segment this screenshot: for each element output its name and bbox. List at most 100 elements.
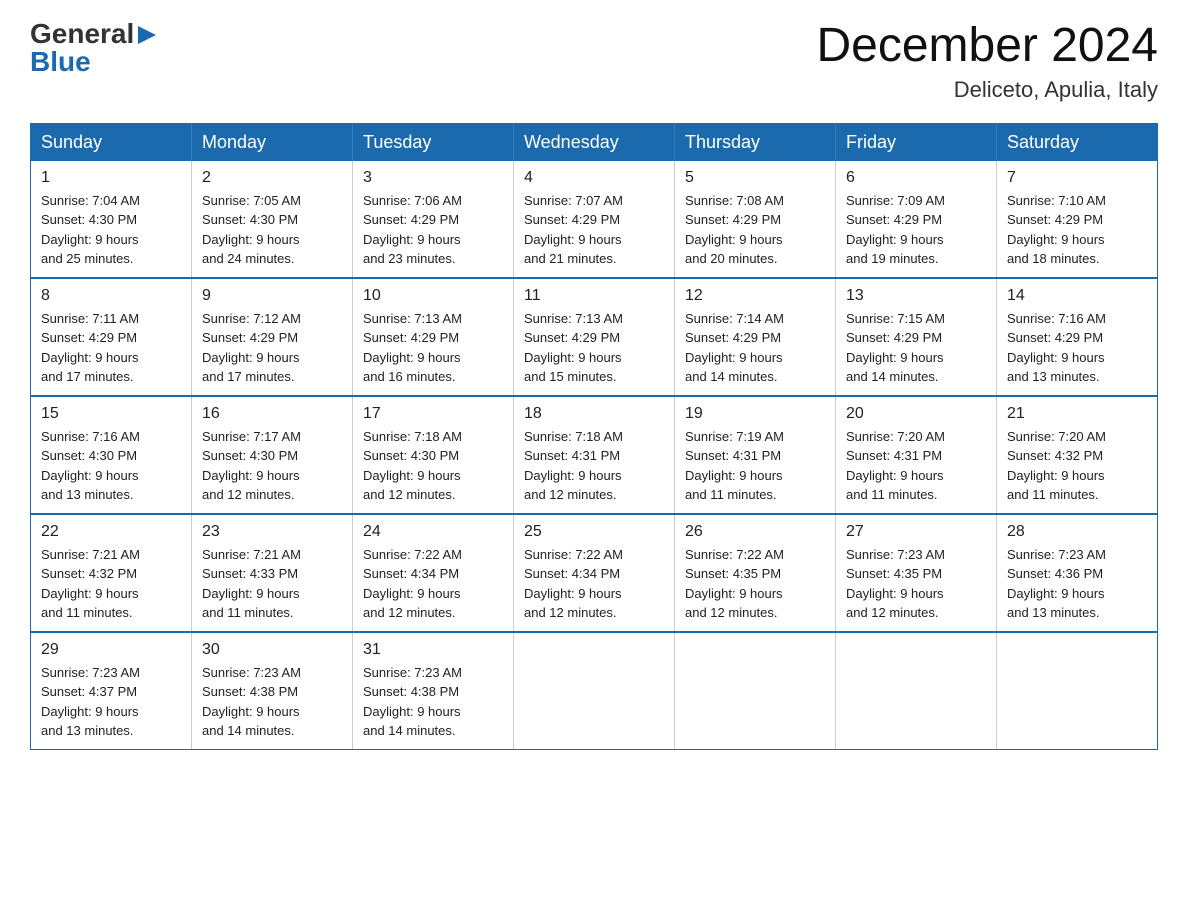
week-row-2: 15 Sunrise: 7:16 AMSunset: 4:30 PMDayligh… (31, 396, 1158, 514)
day-info: Sunrise: 7:06 AMSunset: 4:29 PMDaylight:… (363, 191, 503, 269)
day-info: Sunrise: 7:20 AMSunset: 4:31 PMDaylight:… (846, 427, 986, 505)
table-row: 15 Sunrise: 7:16 AMSunset: 4:30 PMDayligh… (31, 396, 192, 514)
table-row: 21 Sunrise: 7:20 AMSunset: 4:32 PMDayligh… (997, 396, 1158, 514)
calendar-subtitle: Deliceto, Apulia, Italy (816, 77, 1158, 103)
day-number: 20 (846, 405, 986, 423)
table-row: 25 Sunrise: 7:22 AMSunset: 4:34 PMDayligh… (514, 514, 675, 632)
header-sunday: Sunday (31, 123, 192, 161)
day-number: 31 (363, 641, 503, 659)
table-row: 30 Sunrise: 7:23 AMSunset: 4:38 PMDayligh… (192, 632, 353, 750)
table-row: 2 Sunrise: 7:05 AMSunset: 4:30 PMDaylight… (192, 161, 353, 278)
day-info: Sunrise: 7:04 AMSunset: 4:30 PMDaylight:… (41, 191, 181, 269)
table-row: 3Sunrise: 7:06 AMSunset: 4:29 PMDaylight… (353, 161, 514, 278)
day-number: 8 (41, 287, 181, 305)
week-row-4: 29 Sunrise: 7:23 AMSunset: 4:37 PMDayligh… (31, 632, 1158, 750)
table-row: 19Sunrise: 7:19 AMSunset: 4:31 PMDayligh… (675, 396, 836, 514)
table-row: 18 Sunrise: 7:18 AMSunset: 4:31 PMDayligh… (514, 396, 675, 514)
day-info: Sunrise: 7:16 AMSunset: 4:30 PMDaylight:… (41, 427, 181, 505)
day-info: Sunrise: 7:23 AMSunset: 4:35 PMDaylight:… (846, 545, 986, 623)
day-number: 13 (846, 287, 986, 305)
day-number: 21 (1007, 405, 1147, 423)
day-number: 11 (524, 287, 664, 305)
day-info: Sunrise: 7:18 AMSunset: 4:30 PMDaylight:… (363, 427, 503, 505)
table-row: 11 Sunrise: 7:13 AMSunset: 4:29 PMDayligh… (514, 278, 675, 396)
day-info: Sunrise: 7:16 AMSunset: 4:29 PMDaylight:… (1007, 309, 1147, 387)
title-block: December 2024 Deliceto, Apulia, Italy (816, 20, 1158, 103)
table-row: 8 Sunrise: 7:11 AMSunset: 4:29 PMDaylight… (31, 278, 192, 396)
calendar-table: SundayMondayTuesdayWednesdayThursdayFrid… (30, 123, 1158, 750)
header-saturday: Saturday (997, 123, 1158, 161)
table-row: 27 Sunrise: 7:23 AMSunset: 4:35 PMDayligh… (836, 514, 997, 632)
day-number: 27 (846, 523, 986, 541)
table-row: 10Sunrise: 7:13 AMSunset: 4:29 PMDayligh… (353, 278, 514, 396)
day-number: 5 (685, 169, 825, 187)
table-row: 22 Sunrise: 7:21 AMSunset: 4:32 PMDayligh… (31, 514, 192, 632)
day-info: Sunrise: 7:23 AMSunset: 4:38 PMDaylight:… (202, 663, 342, 741)
day-number: 10 (363, 287, 503, 305)
day-info: Sunrise: 7:23 AMSunset: 4:38 PMDaylight:… (363, 663, 503, 741)
day-info: Sunrise: 7:10 AMSunset: 4:29 PMDaylight:… (1007, 191, 1147, 269)
day-number: 28 (1007, 523, 1147, 541)
day-info: Sunrise: 7:15 AMSunset: 4:29 PMDaylight:… (846, 309, 986, 387)
logo-general-text: General (30, 20, 134, 48)
day-info: Sunrise: 7:22 AMSunset: 4:34 PMDaylight:… (363, 545, 503, 623)
days-header-row: SundayMondayTuesdayWednesdayThursdayFrid… (31, 123, 1158, 161)
day-info: Sunrise: 7:11 AMSunset: 4:29 PMDaylight:… (41, 309, 181, 387)
day-info: Sunrise: 7:07 AMSunset: 4:29 PMDaylight:… (524, 191, 664, 269)
table-row: 20 Sunrise: 7:20 AMSunset: 4:31 PMDayligh… (836, 396, 997, 514)
table-row: 16 Sunrise: 7:17 AMSunset: 4:30 PMDayligh… (192, 396, 353, 514)
day-number: 15 (41, 405, 181, 423)
table-row: 28 Sunrise: 7:23 AMSunset: 4:36 PMDayligh… (997, 514, 1158, 632)
header-thursday: Thursday (675, 123, 836, 161)
day-number: 25 (524, 523, 664, 541)
table-row: 9Sunrise: 7:12 AMSunset: 4:29 PMDaylight… (192, 278, 353, 396)
week-row-3: 22 Sunrise: 7:21 AMSunset: 4:32 PMDayligh… (31, 514, 1158, 632)
table-row: 29 Sunrise: 7:23 AMSunset: 4:37 PMDayligh… (31, 632, 192, 750)
table-row: 14Sunrise: 7:16 AMSunset: 4:29 PMDayligh… (997, 278, 1158, 396)
table-row: 6 Sunrise: 7:09 AMSunset: 4:29 PMDaylight… (836, 161, 997, 278)
day-info: Sunrise: 7:13 AMSunset: 4:29 PMDaylight:… (524, 309, 664, 387)
day-number: 26 (685, 523, 825, 541)
day-number: 2 (202, 169, 342, 187)
day-number: 9 (202, 287, 342, 305)
day-number: 4 (524, 169, 664, 187)
day-info: Sunrise: 7:23 AMSunset: 4:36 PMDaylight:… (1007, 545, 1147, 623)
table-row: 24Sunrise: 7:22 AMSunset: 4:34 PMDayligh… (353, 514, 514, 632)
day-info: Sunrise: 7:05 AMSunset: 4:30 PMDaylight:… (202, 191, 342, 269)
day-number: 29 (41, 641, 181, 659)
table-row (675, 632, 836, 750)
table-row: 1 Sunrise: 7:04 AMSunset: 4:30 PMDaylight… (31, 161, 192, 278)
day-number: 23 (202, 523, 342, 541)
logo: General Blue (30, 20, 158, 76)
table-row (514, 632, 675, 750)
day-number: 16 (202, 405, 342, 423)
table-row (997, 632, 1158, 750)
table-row: 12 Sunrise: 7:14 AMSunset: 4:29 PMDayligh… (675, 278, 836, 396)
page-header: General Blue December 2024 Deliceto, Apu… (30, 20, 1158, 103)
header-monday: Monday (192, 123, 353, 161)
day-info: Sunrise: 7:22 AMSunset: 4:34 PMDaylight:… (524, 545, 664, 623)
table-row (836, 632, 997, 750)
day-info: Sunrise: 7:21 AMSunset: 4:32 PMDaylight:… (41, 545, 181, 623)
day-number: 7 (1007, 169, 1147, 187)
day-info: Sunrise: 7:18 AMSunset: 4:31 PMDaylight:… (524, 427, 664, 505)
header-wednesday: Wednesday (514, 123, 675, 161)
table-row: 17 Sunrise: 7:18 AMSunset: 4:30 PMDayligh… (353, 396, 514, 514)
day-number: 22 (41, 523, 181, 541)
day-info: Sunrise: 7:20 AMSunset: 4:32 PMDaylight:… (1007, 427, 1147, 505)
day-number: 6 (846, 169, 986, 187)
week-row-1: 8 Sunrise: 7:11 AMSunset: 4:29 PMDaylight… (31, 278, 1158, 396)
day-info: Sunrise: 7:14 AMSunset: 4:29 PMDaylight:… (685, 309, 825, 387)
table-row: 5 Sunrise: 7:08 AMSunset: 4:29 PMDaylight… (675, 161, 836, 278)
day-info: Sunrise: 7:17 AMSunset: 4:30 PMDaylight:… (202, 427, 342, 505)
day-info: Sunrise: 7:23 AMSunset: 4:37 PMDaylight:… (41, 663, 181, 741)
day-number: 1 (41, 169, 181, 187)
day-info: Sunrise: 7:09 AMSunset: 4:29 PMDaylight:… (846, 191, 986, 269)
day-number: 18 (524, 405, 664, 423)
day-number: 12 (685, 287, 825, 305)
day-info: Sunrise: 7:22 AMSunset: 4:35 PMDaylight:… (685, 545, 825, 623)
table-row: 4 Sunrise: 7:07 AMSunset: 4:29 PMDaylight… (514, 161, 675, 278)
day-number: 17 (363, 405, 503, 423)
day-number: 30 (202, 641, 342, 659)
day-info: Sunrise: 7:08 AMSunset: 4:29 PMDaylight:… (685, 191, 825, 269)
